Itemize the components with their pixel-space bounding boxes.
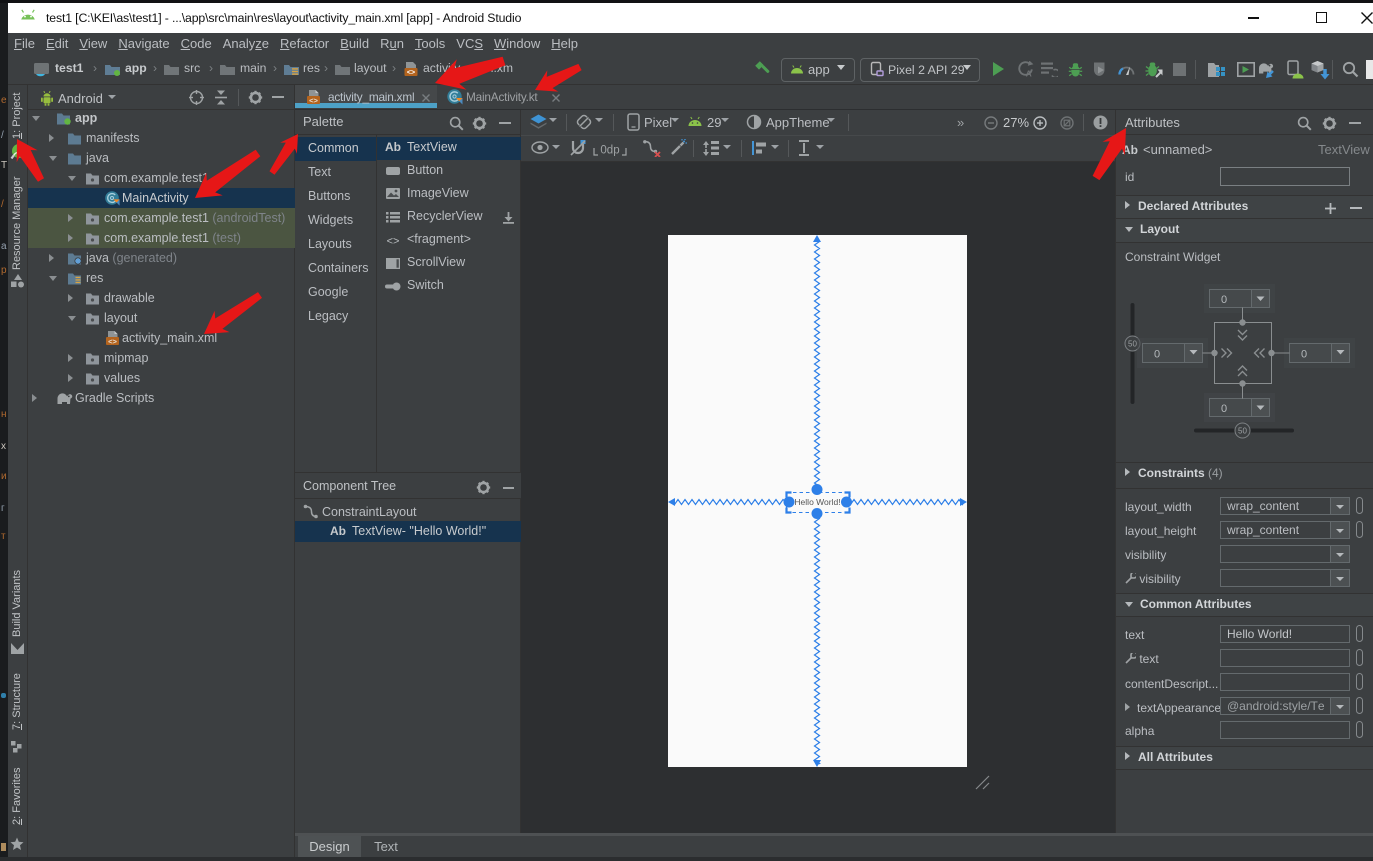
svg-text:0dp: 0dp [600,145,619,157]
svg-text:<>: <> [309,96,318,105]
svg-text:A: A [1026,69,1032,79]
svg-text:50: 50 [1238,427,1247,436]
svg-text:<>: <> [387,236,400,248]
svg-text:0: 0 [1301,349,1307,361]
svg-text:<>: <> [108,337,117,346]
svg-text:0: 0 [1221,403,1227,415]
svg-text:50: 50 [1128,340,1137,349]
svg-text:0: 0 [1221,294,1227,306]
svg-text:0: 0 [1154,349,1160,361]
svg-text:Hello World!: Hello World! [794,497,840,507]
svg-text:<>: <> [407,70,415,77]
